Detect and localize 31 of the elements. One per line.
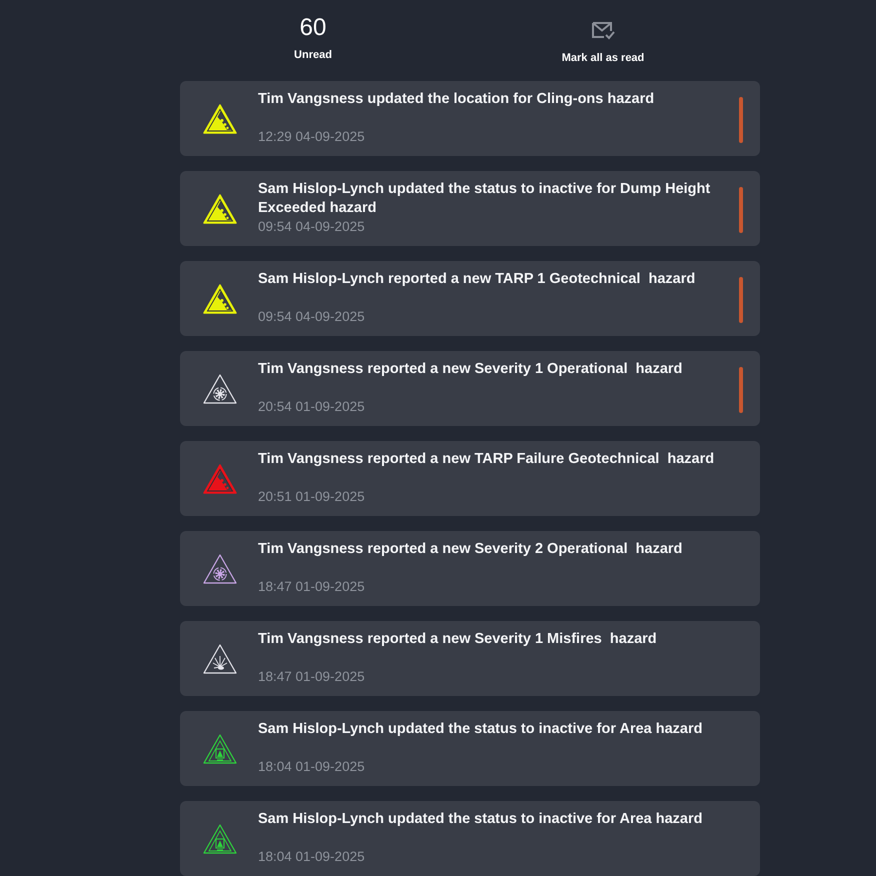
notification-message: Tim Vangsness reported a new Severity 2 Operational hazard xyxy=(258,540,684,559)
notification-message: Tim Vangsness updated the location for Cling-ons hazard xyxy=(258,90,656,109)
notification-card[interactable]: Sam Hislop-Lynch updated the status to inactive for Area hazard 18:04 01-09-2025 xyxy=(180,711,760,786)
notification-time: 09:54 04-09-2025 xyxy=(258,218,366,236)
notification-message: Tim Vangsness reported a new Severity 1 Misfires hazard xyxy=(258,630,658,649)
mark-all-read-button[interactable]: Mark all as read xyxy=(562,20,644,65)
notification-card[interactable]: Tim Vangsness reported a new Severity 1 Operational hazard 20:54 01-09-2025 xyxy=(180,351,760,426)
notification-message: Sam Hislop-Lynch reported a new TARP 1 Geotechnical hazard xyxy=(258,270,696,289)
notification-card[interactable]: Tim Vangsness updated the location for Cling-ons hazard 12:29 04-09-2025 xyxy=(180,81,760,156)
notification-time: 20:51 01-09-2025 xyxy=(258,488,366,506)
notification-card[interactable]: Tim Vangsness reported a new Severity 1 Misfires hazard 18:47 01-09-2025 xyxy=(180,621,760,696)
notification-message: Tim Vangsness reported a new TARP Failure Geotechnical hazard xyxy=(258,450,716,469)
notification-time: 12:29 04-09-2025 xyxy=(258,128,366,146)
envelope-check-icon xyxy=(591,20,615,40)
notification-time: 18:04 01-09-2025 xyxy=(258,758,366,776)
notification-card[interactable]: Tim Vangsness reported a new TARP Failure Geotechnical hazard 20:51 01-09-2025 xyxy=(180,441,760,516)
unread-count: 60 xyxy=(300,14,326,42)
notification-message: Sam Hislop-Lynch updated the status to inactive for Area hazard xyxy=(258,810,704,829)
notification-time: 20:54 01-09-2025 xyxy=(258,398,366,416)
notification-card[interactable]: Sam Hislop-Lynch updated the status to inactive for Dump Height Exceeded hazard 09:54 04-09-2025 xyxy=(180,171,760,246)
notification-time: 18:04 01-09-2025 xyxy=(258,848,366,866)
notification-time: 18:47 01-09-2025 xyxy=(258,578,366,596)
notification-time: 18:47 01-09-2025 xyxy=(258,668,366,686)
notification-message: Tim Vangsness reported a new Severity 1 Operational hazard xyxy=(258,360,684,379)
notification-message: Sam Hislop-Lynch updated the status to inactive for Dump Height Exceeded hazard xyxy=(258,180,712,218)
notification-card[interactable]: Sam Hislop-Lynch updated the status to inactive for Area hazard 18:04 01-09-2025 xyxy=(180,801,760,876)
notification-message: Sam Hislop-Lynch updated the status to inactive for Area hazard xyxy=(258,720,704,739)
notification-card[interactable]: Sam Hislop-Lynch reported a new TARP 1 Geotechnical hazard 09:54 04-09-2025 xyxy=(180,261,760,336)
notification-card[interactable]: Tim Vangsness reported a new Severity 2 Operational hazard 18:47 01-09-2025 xyxy=(180,531,760,606)
unread-label: Unread xyxy=(294,48,332,62)
notification-time: 09:54 04-09-2025 xyxy=(258,308,366,326)
